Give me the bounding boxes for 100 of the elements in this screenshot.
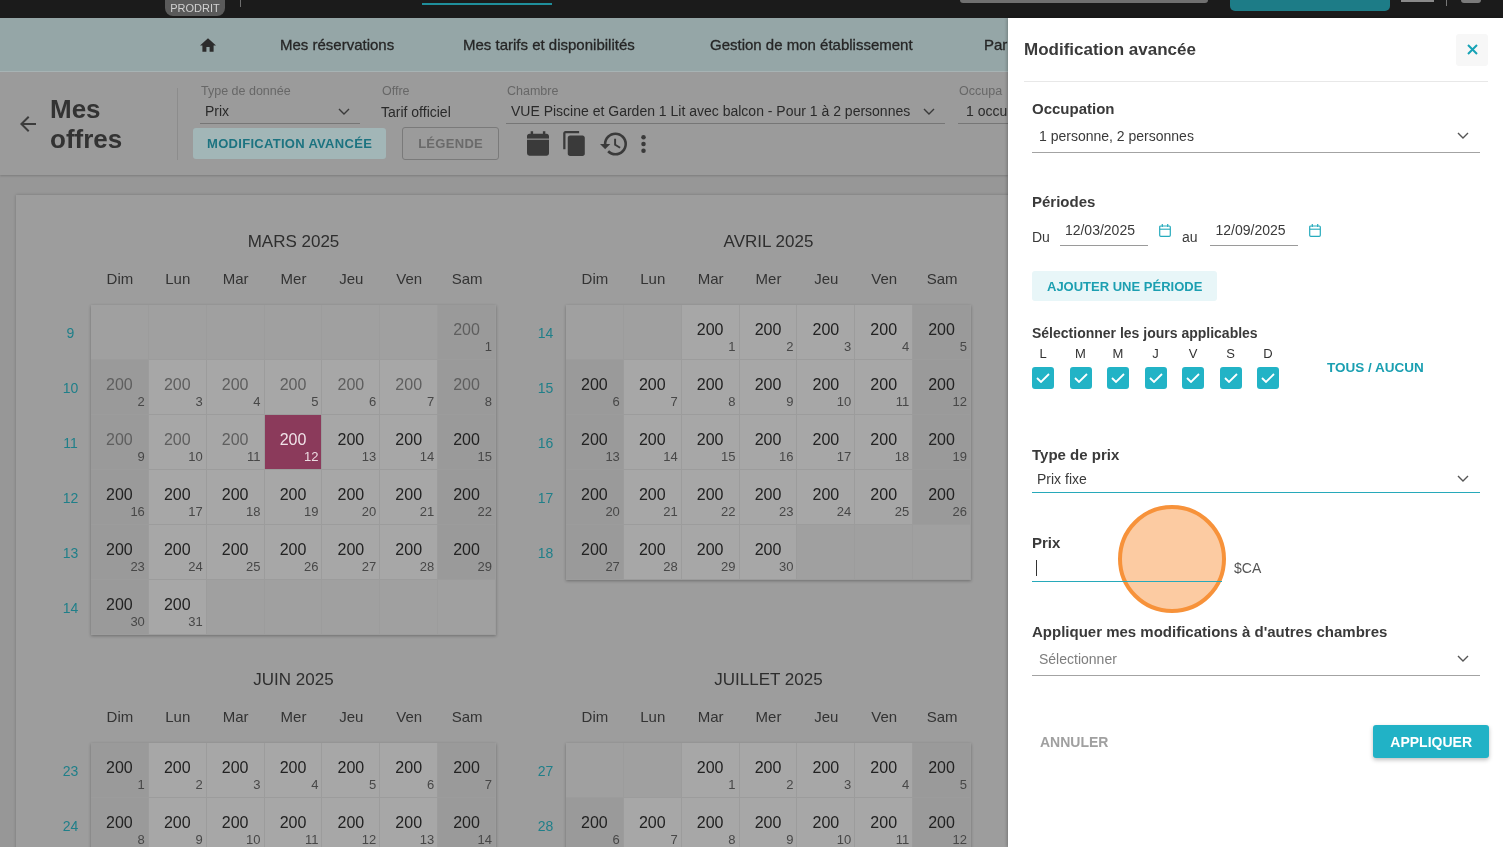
price-text: 200 bbox=[395, 485, 423, 505]
day-cell[interactable]: 200 1 bbox=[91, 743, 149, 798]
day-cell[interactable]: 200 27 bbox=[566, 525, 624, 580]
day-cell[interactable]: 200 20 bbox=[322, 470, 381, 525]
day-cell[interactable]: 200 16 bbox=[739, 415, 798, 470]
day-cell[interactable]: 200 4 bbox=[855, 743, 914, 798]
day-cell[interactable]: 200 24 bbox=[797, 470, 856, 525]
nav-link[interactable]: Gestion de mon établissement bbox=[710, 36, 913, 53]
avatar-icon[interactable] bbox=[1461, 0, 1481, 3]
day-cell[interactable]: 200 19 bbox=[264, 470, 323, 525]
input-field[interactable] bbox=[960, 0, 1208, 3]
day-cell[interactable]: 200 2 bbox=[739, 305, 798, 360]
copy-icon[interactable] bbox=[563, 131, 586, 156]
day-cell[interactable]: 200 13 bbox=[380, 798, 439, 847]
day-cell[interactable]: 200 29 bbox=[681, 525, 740, 580]
day-cell[interactable]: 200 31 bbox=[148, 580, 207, 635]
day-cell[interactable]: 200 11 bbox=[206, 415, 265, 470]
day-cell[interactable]: 200 7 bbox=[623, 360, 682, 415]
dropdown[interactable]: VUE Piscine et Garden 1 Lit avec balcon - Pour 1 à 2 personnes bbox=[506, 99, 945, 124]
checkbox[interactable] bbox=[1107, 367, 1129, 389]
day-cell[interactable]: 200 30 bbox=[739, 525, 798, 580]
dropdown[interactable]: 1 personne, 2 personnes bbox=[1032, 119, 1480, 153]
day-cell[interactable]: 200 3 bbox=[206, 743, 265, 798]
day-cell[interactable]: 200 11 bbox=[264, 798, 323, 847]
day-cell[interactable]: 200 7 bbox=[438, 743, 496, 798]
calendar-icon[interactable] bbox=[527, 131, 550, 156]
day-cell[interactable]: 200 25 bbox=[206, 525, 265, 580]
checkbox[interactable] bbox=[1257, 367, 1279, 389]
day-cell[interactable]: 200 28 bbox=[380, 525, 439, 580]
day-letter: J bbox=[1152, 346, 1159, 362]
day-cell[interactable]: 200 25 bbox=[855, 470, 914, 525]
date-field[interactable]: 12/03/2025 bbox=[1059, 218, 1148, 246]
day-cell[interactable]: 200 15 bbox=[681, 415, 740, 470]
nav-link[interactable]: Par bbox=[984, 36, 1008, 53]
day-cell[interactable]: 200 4 bbox=[855, 305, 914, 360]
day-cell[interactable]: 200 8 bbox=[681, 798, 740, 847]
day-cell[interactable]: 200 17 bbox=[797, 415, 856, 470]
day-cell[interactable]: 200 5 bbox=[264, 360, 323, 415]
day-cell[interactable]: 200 7 bbox=[623, 798, 682, 847]
day-cell[interactable]: 200 17 bbox=[148, 470, 207, 525]
price-text: 200 bbox=[870, 375, 898, 395]
day-cell[interactable]: 200 24 bbox=[148, 525, 207, 580]
more-icon[interactable] bbox=[641, 134, 647, 153]
day-cell[interactable]: 200 1 bbox=[681, 743, 740, 798]
day-cell[interactable]: 200 8 bbox=[681, 360, 740, 415]
day-cell[interactable]: 200 6 bbox=[380, 743, 439, 798]
day-cell[interactable]: 200 4 bbox=[264, 743, 323, 798]
nav-link[interactable]: Mes réservations bbox=[280, 36, 395, 53]
day-cell[interactable]: 200 10 bbox=[797, 360, 856, 415]
day-cell[interactable]: 200 9 bbox=[148, 798, 207, 847]
day-cell[interactable]: 200 28 bbox=[623, 525, 682, 580]
day-cell[interactable]: 200 26 bbox=[264, 525, 323, 580]
day-cell[interactable]: 200 18 bbox=[206, 470, 265, 525]
day-cell[interactable]: 200 27 bbox=[322, 525, 381, 580]
day-cell[interactable]: 200 22 bbox=[681, 470, 740, 525]
checkbox[interactable] bbox=[1144, 367, 1167, 389]
day-cell[interactable]: 200 5 bbox=[913, 305, 971, 360]
day-cell[interactable]: 200 2 bbox=[739, 743, 798, 798]
date-field[interactable]: 12/09/2025 bbox=[1210, 218, 1299, 246]
day-cell[interactable]: 200 14 bbox=[623, 415, 682, 470]
day-cell[interactable]: 200 4 bbox=[206, 360, 265, 415]
calendar-icon[interactable] bbox=[1158, 224, 1171, 237]
calendar-icon[interactable] bbox=[1309, 224, 1322, 237]
dropdown[interactable]: Prix bbox=[200, 99, 360, 124]
day-cell[interactable]: 200 2 bbox=[148, 743, 207, 798]
day-cell[interactable]: 200 11 bbox=[855, 360, 914, 415]
day-cell[interactable]: 200 21 bbox=[380, 470, 439, 525]
day-cell[interactable]: 200 5 bbox=[322, 743, 381, 798]
checkbox[interactable] bbox=[1219, 367, 1242, 389]
history-icon[interactable] bbox=[600, 131, 628, 156]
dropdown[interactable]: Prix fixe bbox=[1032, 465, 1480, 493]
day-cell[interactable]: 200 12 bbox=[264, 415, 323, 470]
day-cell[interactable]: 200 7 bbox=[380, 360, 439, 415]
checkbox[interactable] bbox=[1069, 367, 1092, 389]
day-cell[interactable]: 200 3 bbox=[148, 360, 207, 415]
day-cell[interactable]: 200 3 bbox=[797, 743, 856, 798]
day-cell[interactable]: 200 9 bbox=[739, 360, 798, 415]
dropdown[interactable]: Sélectionner bbox=[1032, 642, 1480, 676]
day-cell[interactable]: 200 10 bbox=[148, 415, 207, 470]
back-arrow-icon[interactable] bbox=[20, 115, 36, 132]
day-cell[interactable]: 200 13 bbox=[322, 415, 381, 470]
checkbox[interactable] bbox=[1032, 367, 1054, 389]
day-cell[interactable]: 200 14 bbox=[380, 415, 439, 470]
day-cell[interactable]: 200 21 bbox=[623, 470, 682, 525]
nav-link[interactable]: Mes tarifs et disponibilités bbox=[463, 36, 635, 53]
home-icon[interactable] bbox=[200, 37, 216, 52]
day-cell[interactable]: 200 3 bbox=[797, 305, 856, 360]
day-cell[interactable]: 200 11 bbox=[855, 798, 914, 847]
close-button[interactable] bbox=[1456, 33, 1488, 66]
day-cell[interactable]: 200 12 bbox=[322, 798, 381, 847]
day-cell[interactable]: 200 30 bbox=[91, 580, 149, 635]
day-cell[interactable]: 200 5 bbox=[913, 743, 971, 798]
checkbox[interactable] bbox=[1182, 367, 1204, 389]
day-cell[interactable]: 200 6 bbox=[322, 360, 381, 415]
day-cell[interactable]: 200 23 bbox=[739, 470, 798, 525]
day-cell[interactable]: 200 10 bbox=[206, 798, 265, 847]
day-cell[interactable]: 200 9 bbox=[739, 798, 798, 847]
day-cell[interactable]: 200 1 bbox=[681, 305, 740, 360]
day-cell[interactable]: 200 10 bbox=[797, 798, 856, 847]
day-cell[interactable]: 200 18 bbox=[855, 415, 914, 470]
